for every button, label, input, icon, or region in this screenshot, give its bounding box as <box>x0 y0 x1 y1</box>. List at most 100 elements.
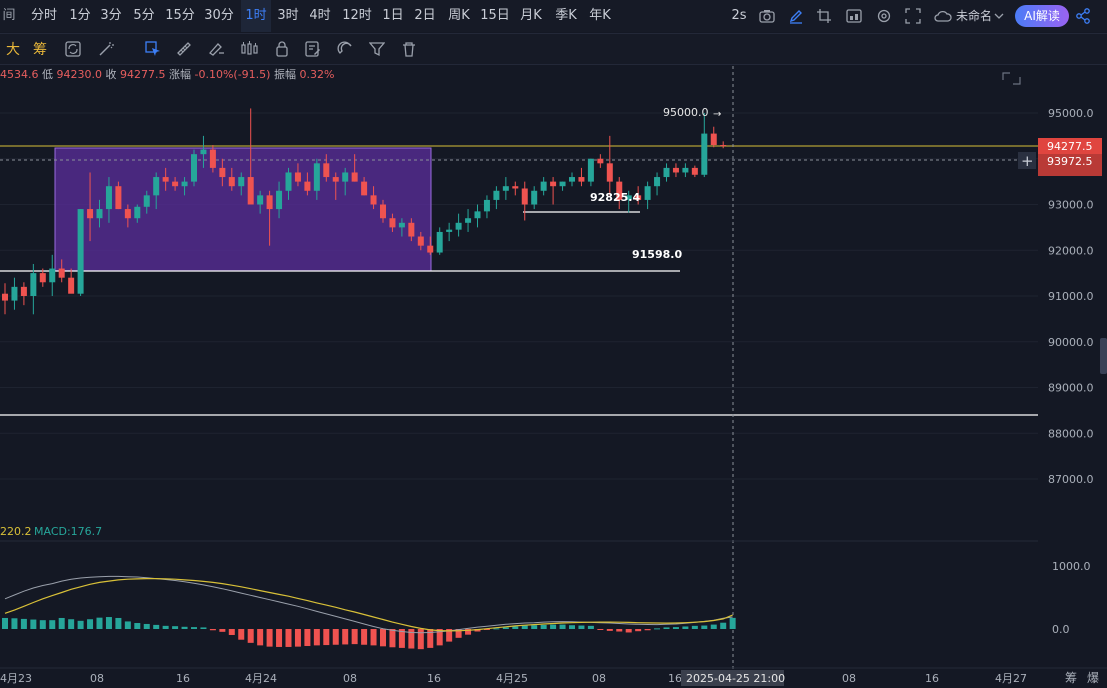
candle-body <box>209 149 216 168</box>
expand-icon[interactable] <box>1002 72 1021 85</box>
macd-dif-line <box>4 575 733 634</box>
candle-body <box>644 186 651 200</box>
left-menu-glyph[interactable]: 间 <box>0 0 18 32</box>
brush-icon[interactable] <box>207 41 225 57</box>
tab-timeframe-1[interactable]: 1分 <box>66 0 94 32</box>
macd-bar <box>200 627 207 629</box>
macd-bar <box>370 629 377 646</box>
tab-timeframe-0[interactable]: 分时 <box>24 0 64 32</box>
macd-bar <box>342 629 349 645</box>
candle-body <box>313 163 320 191</box>
pen-icon[interactable] <box>788 8 804 24</box>
tab-timeframe-12[interactable]: 周K <box>443 0 475 32</box>
amplitude-label: 振幅 <box>273 68 296 81</box>
macd-bar <box>247 629 254 643</box>
tab-timeframe-7[interactable]: 3时 <box>274 0 302 32</box>
crop-icon[interactable] <box>816 8 832 24</box>
macd-bar <box>219 629 226 632</box>
candle-body <box>398 222 405 228</box>
tab-timeframe-3[interactable]: 5分 <box>130 0 158 32</box>
tab-timeframe-9[interactable]: 12时 <box>339 0 375 32</box>
fullscreen-icon[interactable] <box>905 8 921 24</box>
tab-timeframe-4[interactable]: 15分 <box>163 0 197 32</box>
macd-bar <box>313 629 320 646</box>
low-label: 低 <box>42 68 53 81</box>
sync-icon[interactable] <box>65 41 81 57</box>
tab-timeframe-11[interactable]: 2日 <box>411 0 439 32</box>
side-panel-handle[interactable] <box>1100 338 1107 374</box>
chevron-down-icon[interactable] <box>994 12 1004 20</box>
add-alert-button[interactable] <box>1018 152 1036 169</box>
macd-bar <box>181 626 188 629</box>
candle-body <box>172 181 179 187</box>
bottom-tool-burst[interactable]: 爆 <box>1087 671 1099 685</box>
tab-timeframe-8[interactable]: 4时 <box>306 0 334 32</box>
candle-body <box>200 149 207 155</box>
macd-bar <box>20 618 27 629</box>
candle-body <box>446 229 453 232</box>
macd-bar <box>209 629 216 631</box>
share-icon[interactable] <box>1075 8 1091 24</box>
trash-icon[interactable] <box>401 41 417 57</box>
macd-bar <box>389 629 396 648</box>
candle-body <box>39 273 46 283</box>
amplitude-value: 0.32% <box>299 68 335 81</box>
ruler-icon[interactable] <box>176 41 192 57</box>
candle-body <box>361 181 368 196</box>
macd-bar <box>172 626 179 629</box>
gear-icon[interactable] <box>876 8 892 24</box>
tool-label-big[interactable]: 大 <box>6 39 20 59</box>
high-value: 4534.6 <box>0 68 39 81</box>
candle-body <box>58 268 65 278</box>
layout-name[interactable]: 未命名 <box>954 0 994 32</box>
current-price-tag <box>1038 138 1102 154</box>
macd-bar <box>398 629 405 648</box>
tab-timeframe-14[interactable]: 月K <box>516 0 546 32</box>
magic-wand-icon[interactable] <box>98 41 114 57</box>
ai-interpret-button[interactable]: AI解读 <box>1015 5 1069 27</box>
tab-timeframe-6[interactable]: 1时 <box>241 0 271 32</box>
candle-body <box>691 167 698 175</box>
candle-body <box>115 186 122 210</box>
refresh-interval[interactable]: 2s <box>728 0 750 32</box>
tab-timeframe-5[interactable]: 30分 <box>201 0 237 32</box>
tab-timeframe-2[interactable]: 3分 <box>97 0 125 32</box>
chart-window-icon[interactable] <box>846 8 862 24</box>
candle-body <box>521 188 528 205</box>
tool-label-chips[interactable]: 筹 <box>33 39 47 59</box>
select-cursor-icon[interactable] <box>145 41 161 57</box>
bottom-tool-chips[interactable]: 筹 <box>1065 671 1077 685</box>
price-axis-label: 87000.0 <box>1048 473 1094 486</box>
macd-bar <box>276 629 283 647</box>
camera-icon[interactable] <box>759 8 775 24</box>
macd-bar <box>521 625 528 629</box>
candle-body <box>672 167 679 173</box>
time-axis-label: 4月24 <box>245 672 277 685</box>
edit-note-icon[interactable] <box>305 41 321 57</box>
candle-body <box>550 181 557 187</box>
time-axis-label: 4月23 <box>0 672 32 685</box>
candle-body <box>276 190 283 210</box>
candle-body <box>77 209 84 294</box>
range-box[interactable] <box>54 147 432 272</box>
time-axis-label: 4月25 <box>496 672 528 685</box>
close-value: 94277.5 <box>120 68 166 81</box>
tab-timeframe-13[interactable]: 15日 <box>478 0 512 32</box>
time-axis-label: 16 <box>925 672 939 685</box>
tab-timeframe-10[interactable]: 1日 <box>379 0 407 32</box>
candle-body <box>105 186 112 210</box>
macd-bar <box>153 624 160 629</box>
time-axis-label: 16 <box>427 672 441 685</box>
candlestick-tool-icon[interactable] <box>240 41 260 57</box>
macd-bar <box>58 617 65 629</box>
tab-timeframe-15[interactable]: 季K <box>551 0 581 32</box>
timeframe-toolbar: 间 分时 1分 3分 5分 15分 30分 1时 3时 4时 12时 1日 2日… <box>0 0 1107 32</box>
lock-icon[interactable] <box>274 41 290 57</box>
magnet-icon[interactable] <box>337 41 353 57</box>
candle-body <box>389 218 396 228</box>
filter-icon[interactable] <box>369 41 385 57</box>
plus-icon[interactable]: + <box>1021 152 1034 170</box>
macd-bar <box>191 627 197 629</box>
crosshair-price-tag <box>1038 154 1102 176</box>
tab-timeframe-16[interactable]: 年K <box>585 0 615 32</box>
